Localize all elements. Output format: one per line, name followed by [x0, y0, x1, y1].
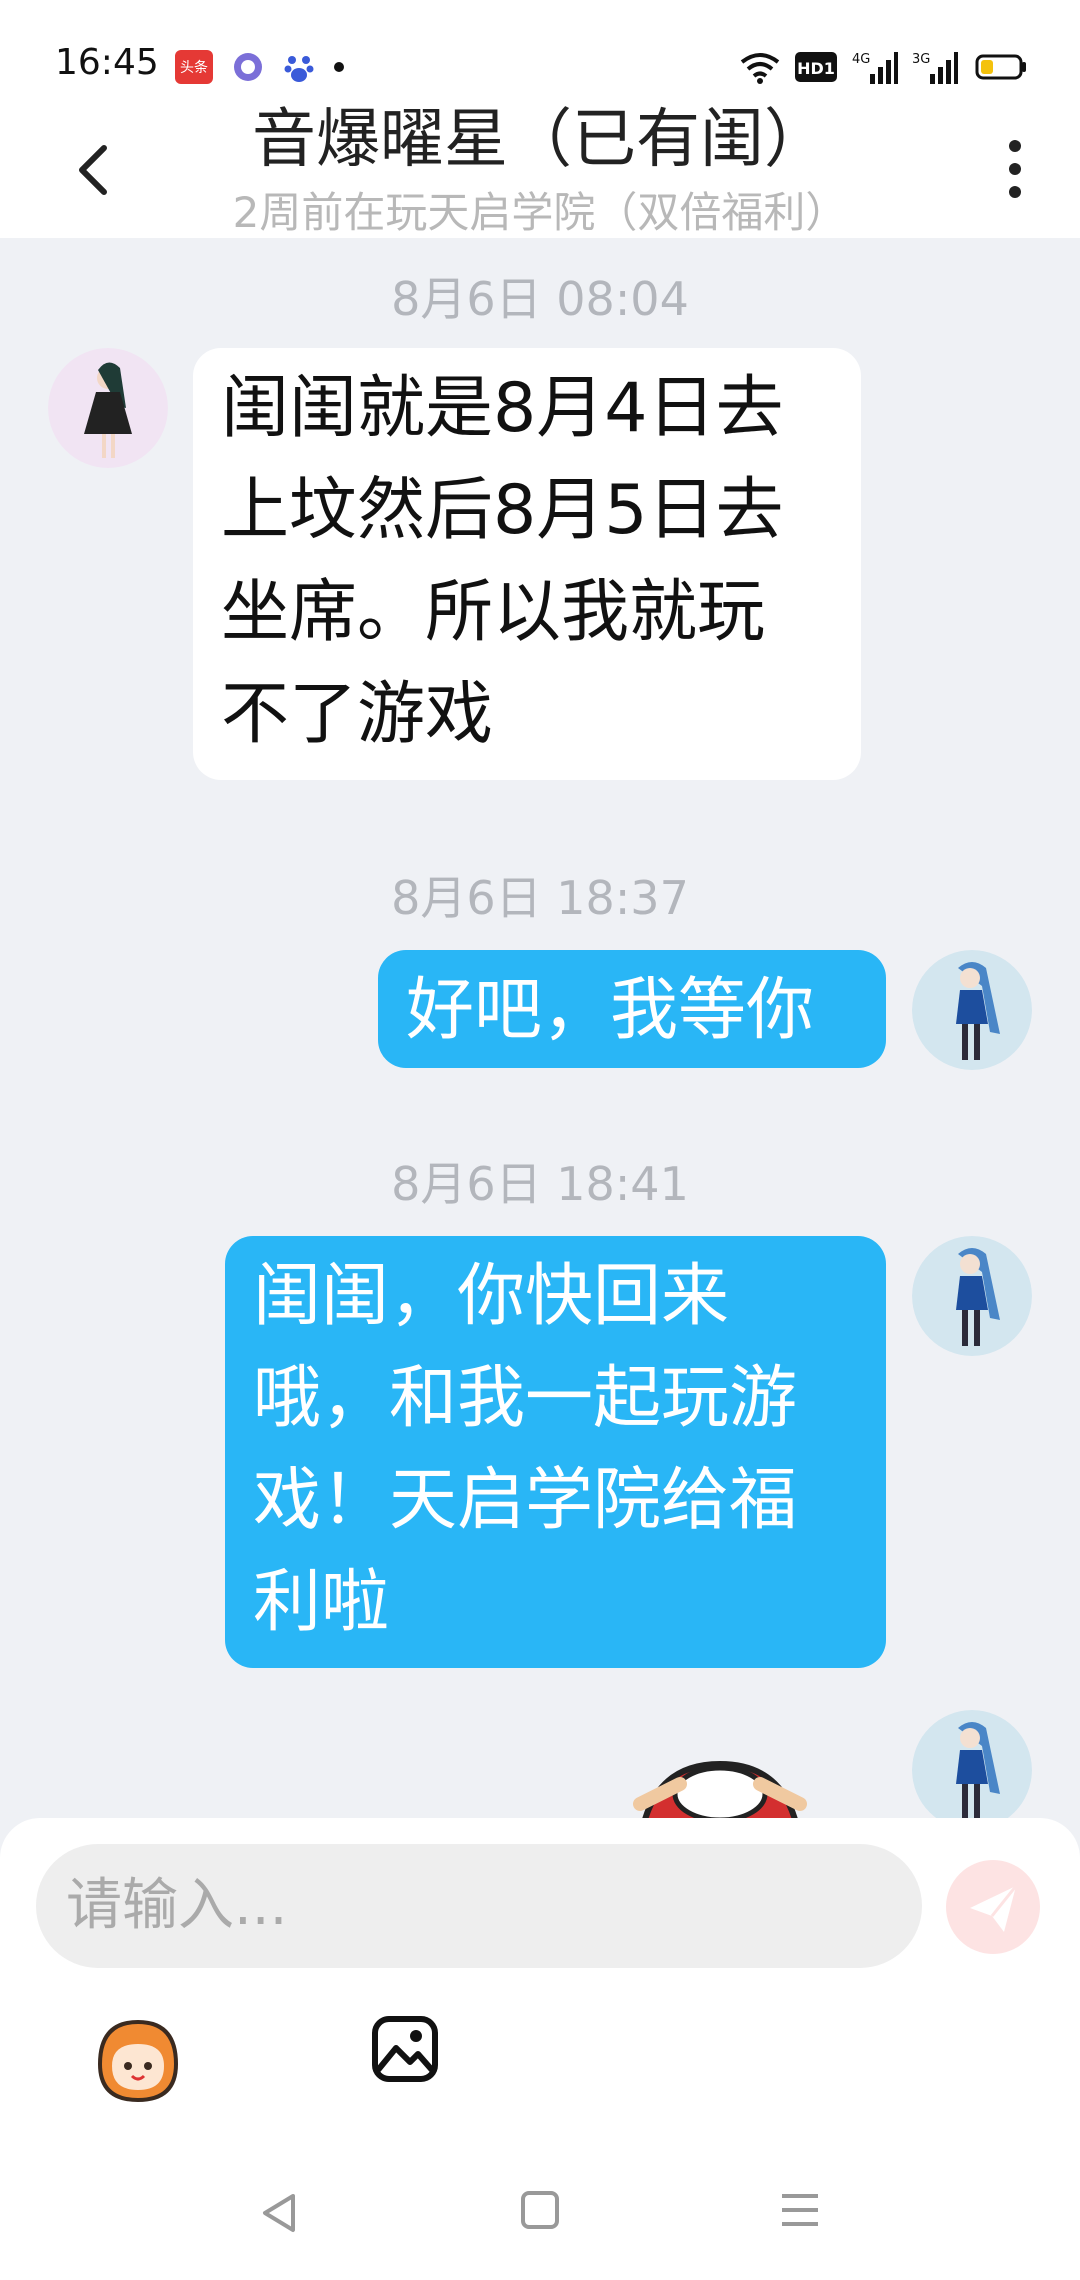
- send-icon: [970, 1885, 1018, 1932]
- more-notifications-dot-icon: [334, 62, 344, 72]
- message-timestamp: 8月6日 08:04: [391, 272, 689, 326]
- send-button[interactable]: [946, 1860, 1040, 1954]
- message-line: 不了游戏: [221, 675, 494, 754]
- incoming-message-bubble[interactable]: 闺闺就是8月4日去 上坟然后8月5日去 坐席。所以我就玩 不了游戏: [193, 348, 861, 780]
- toutiao-app-icon: 头条: [175, 50, 213, 84]
- message-line: 哦，和我一起玩游: [253, 1359, 798, 1438]
- my-avatar[interactable]: [912, 1710, 1032, 1818]
- message-line: 上坟然后8月5日去: [221, 471, 784, 550]
- chat-message-list[interactable]: 8月6日 08:04 闺闺就是8月4日去 上坟然后8月5日去 坐席。所以我就玩 …: [0, 238, 1080, 1818]
- svg-text:4G: 4G: [852, 52, 870, 67]
- image-icon[interactable]: [370, 2014, 440, 2084]
- svg-text:HD1: HD1: [797, 59, 835, 78]
- svg-text:3G: 3G: [912, 52, 930, 67]
- message-line: 闺闺，你快回来: [253, 1257, 730, 1336]
- more-icon[interactable]: [995, 138, 1035, 200]
- battery-icon: [975, 54, 1026, 80]
- outgoing-message-bubble[interactable]: 闺闺，你快回来 哦，和我一起玩游 戏！天启学院给福 利啦: [225, 1236, 886, 1668]
- system-navigation-bar: [0, 2150, 1080, 2280]
- outgoing-message-bubble[interactable]: 好吧，我等你: [378, 950, 886, 1068]
- svg-text:头条: 头条: [180, 59, 208, 76]
- hd-call-icon: HD1: [795, 52, 837, 82]
- message-input-panel: 请输入...: [0, 1818, 1080, 2280]
- nav-menu-icon[interactable]: [780, 2190, 820, 2230]
- baidu-app-icon: [284, 56, 314, 82]
- wifi-icon: [740, 53, 780, 84]
- chat-header: 音爆曜星（已有闺） 2周前在玩天启学院（双倍福利）: [0, 100, 1080, 238]
- nav-back-icon[interactable]: [255, 2188, 305, 2238]
- message-line: 坐席。所以我就玩: [221, 573, 766, 652]
- status-time: 16:45: [55, 42, 159, 83]
- message-timestamp: 8月6日 18:37: [391, 871, 689, 925]
- signal-3g-icon: 3G: [912, 52, 958, 84]
- nav-home-icon[interactable]: [520, 2190, 560, 2230]
- signal-4g-icon: 4G: [852, 52, 898, 84]
- my-avatar[interactable]: [912, 1236, 1032, 1356]
- messenger-app-icon: [234, 53, 262, 81]
- contact-name: 音爆曜星（已有闺）: [252, 103, 828, 177]
- message-line: 戏！天启学院给福: [253, 1461, 798, 1540]
- contact-activity-status: 2周前在玩天启学院（双倍福利）: [232, 188, 848, 237]
- message-input[interactable]: 请输入...: [36, 1844, 922, 1968]
- contact-avatar[interactable]: [48, 348, 168, 468]
- message-line: 闺闺就是8月4日去: [221, 369, 784, 448]
- message-line: 利啦: [253, 1563, 390, 1642]
- sticker-image[interactable]: [620, 1744, 820, 1818]
- message-timestamp: 8月6日 18:41: [391, 1157, 689, 1211]
- my-avatar[interactable]: [912, 950, 1032, 1070]
- emoji-icon[interactable]: [90, 2014, 185, 2104]
- message-line: 好吧，我等你: [406, 971, 815, 1050]
